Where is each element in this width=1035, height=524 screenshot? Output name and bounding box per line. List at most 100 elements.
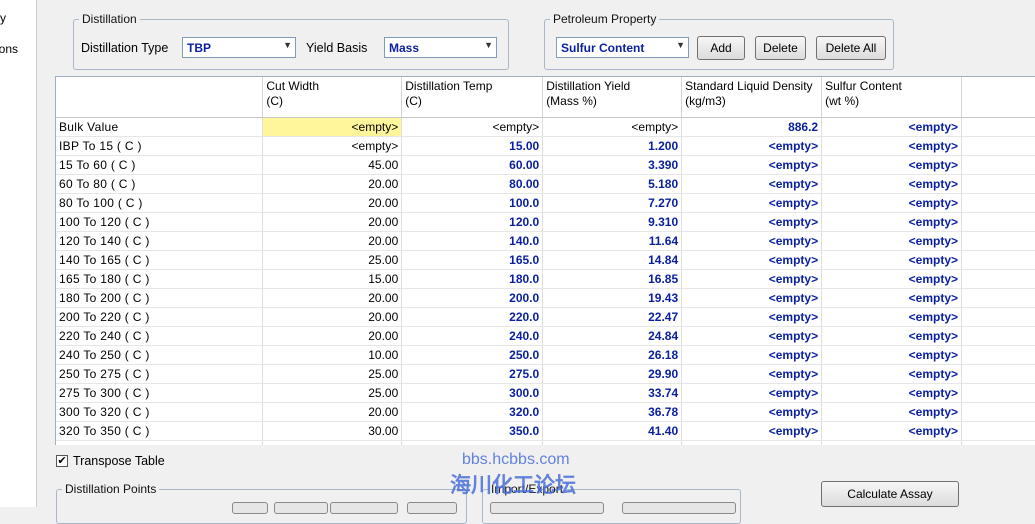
table-cell[interactable]: <empty> [821,326,963,346]
table-cell[interactable]: 24.84 [542,326,683,346]
table-cell[interactable]: 20.00 [262,212,403,232]
table-cell[interactable]: <empty> [821,440,963,445]
table-cell[interactable]: 22.47 [542,307,683,327]
table-cell[interactable]: <empty> [821,193,963,213]
table-cell[interactable]: 20.00 [262,193,403,213]
table-cell[interactable]: <empty> [821,402,963,422]
table-cell[interactable]: <empty> [821,364,963,384]
table-cell[interactable]: 20.00 [262,231,403,251]
table-cell[interactable]: <empty> [681,364,823,384]
distillation-type-select[interactable]: TBP ▼ [182,37,296,58]
table-cell[interactable]: <empty> [681,402,823,422]
table-cell[interactable]: 10.00 [262,345,403,365]
table-cell[interactable]: <empty> [821,174,963,194]
table-cell[interactable]: 300.0 [401,383,544,403]
table-cell[interactable]: <empty> [681,136,823,156]
table-cell[interactable]: 14.84 [542,250,683,270]
table-cell[interactable]: 7.270 [542,193,683,213]
nav-item-2[interactable]: erty [0,11,6,25]
table-cell[interactable]: 30.00 [262,421,403,441]
table-cell[interactable]: 29.90 [542,364,683,384]
table-cell[interactable]: 33.74 [542,383,683,403]
table-cell[interactable]: 20.00 [262,307,403,327]
table-cell[interactable]: <empty> [821,421,963,441]
table-cell[interactable]: <empty> [681,345,823,365]
table-cell[interactable]: <empty> [681,383,823,403]
table-cell[interactable]: 395.0 [401,440,544,445]
table-cell[interactable]: <empty> [681,421,823,441]
table-cell[interactable]: 11.64 [542,231,683,251]
petroleum-property-select[interactable]: Sulfur Content ▼ [556,37,689,58]
table-cell[interactable]: 20.00 [262,402,403,422]
table-cell[interactable]: 26.18 [542,345,683,365]
table-cell[interactable]: 200.0 [401,288,544,308]
table-cell[interactable]: <empty> [681,155,823,175]
table-cell[interactable]: <empty> [262,136,403,156]
table-cell[interactable]: <empty> [821,269,963,289]
table-cell[interactable]: 140.0 [401,231,544,251]
nav-item-3[interactable]: ations [0,42,18,56]
table-cell[interactable]: <empty> [542,117,683,137]
table-cell[interactable]: 100.0 [401,193,544,213]
table-cell[interactable]: 165.0 [401,250,544,270]
distillation-points-button-4[interactable] [407,502,457,514]
table-cell[interactable]: 250.0 [401,345,544,365]
table-cell[interactable]: 45.00 [262,440,403,445]
calculate-assay-button[interactable]: Calculate Assay [821,481,959,507]
table-cell[interactable]: <empty> [821,231,963,251]
table-cell[interactable]: <empty> [401,117,544,137]
table-cell[interactable]: 60.00 [401,155,544,175]
table-cell[interactable]: 320.0 [401,402,544,422]
table-cell[interactable]: <empty> [681,269,823,289]
table-cell[interactable]: <empty> [821,117,963,137]
table-cell[interactable]: 80.00 [401,174,544,194]
table-cell[interactable]: <empty> [681,212,823,232]
add-button[interactable]: Add [697,36,745,60]
table-cell[interactable]: 46.59 [542,440,683,445]
table-cell[interactable]: 9.310 [542,212,683,232]
table-cell[interactable]: <empty> [681,326,823,346]
import-button[interactable] [490,502,604,514]
table-cell[interactable]: 15.00 [401,136,544,156]
table-cell[interactable]: 220.0 [401,307,544,327]
table-cell[interactable]: <empty> [821,136,963,156]
table-cell[interactable]: 25.00 [262,250,403,270]
table-cell[interactable]: 20.00 [262,288,403,308]
table-cell[interactable]: <empty> [821,383,963,403]
table-cell[interactable]: 15.00 [262,269,403,289]
table-cell[interactable]: 19.43 [542,288,683,308]
distillation-points-button-1[interactable] [232,502,268,514]
table-cell[interactable]: 1.200 [542,136,683,156]
table-cell[interactable]: 45.00 [262,155,403,175]
table-cell[interactable]: <empty> [821,345,963,365]
table-cell[interactable]: 25.00 [262,364,403,384]
table-cell[interactable]: <empty> [821,155,963,175]
table-cell[interactable]: <empty> [681,250,823,270]
table-cell[interactable]: <empty> [821,307,963,327]
table-cell[interactable]: 36.78 [542,402,683,422]
table-cell[interactable]: <empty> [681,307,823,327]
table-cell[interactable]: <empty> [681,174,823,194]
table-cell[interactable]: 120.0 [401,212,544,232]
table-cell[interactable]: <empty> [821,250,963,270]
table-cell[interactable]: 20.00 [262,326,403,346]
yield-basis-select[interactable]: Mass ▼ [384,37,497,58]
table-cell[interactable]: 180.0 [401,269,544,289]
distillation-points-button-3[interactable] [330,502,398,514]
table-cell[interactable]: <empty> [821,288,963,308]
delete-all-button[interactable]: Delete All [816,36,886,60]
transpose-checkbox[interactable]: ✔ [56,455,68,467]
export-button[interactable] [622,502,736,514]
table-cell[interactable]: 41.40 [542,421,683,441]
table-cell[interactable]: 350.0 [401,421,544,441]
table-cell[interactable]: 5.180 [542,174,683,194]
assay-grid[interactable]: Cut Width (C) Distillation Temp (C) Distilla… [55,76,1035,445]
table-cell[interactable]: <empty> [681,231,823,251]
table-cell[interactable]: 16.85 [542,269,683,289]
table-cell[interactable]: <empty> [262,117,403,137]
delete-button[interactable]: Delete [755,36,806,60]
table-cell[interactable]: 886.2 [681,117,823,137]
table-cell[interactable]: <empty> [681,193,823,213]
table-cell[interactable]: <empty> [681,440,823,445]
table-cell[interactable]: 3.390 [542,155,683,175]
